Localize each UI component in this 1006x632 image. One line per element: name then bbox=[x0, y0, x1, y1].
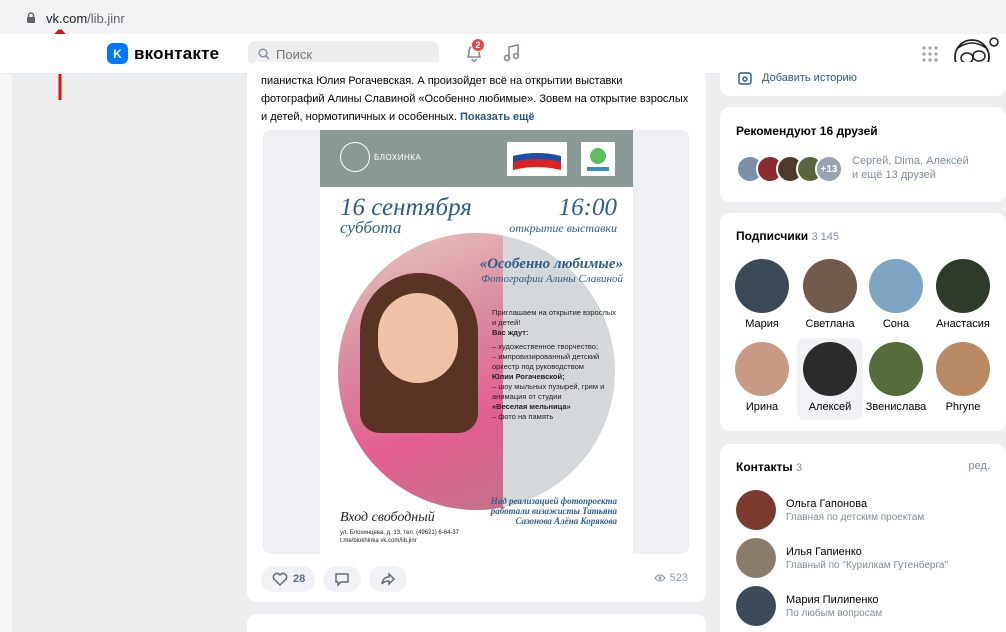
add-story-link[interactable]: Добавить историю bbox=[762, 72, 857, 84]
poster-credits: Над реализацией фотопроекта работали виз… bbox=[490, 496, 617, 526]
org-logo: БЛОХИНКА bbox=[340, 142, 421, 172]
girl-photo bbox=[338, 233, 503, 510]
contacts-card: Контакты 3 ред. Ольга Гапонова Главная п… bbox=[720, 444, 1006, 632]
avatar bbox=[736, 490, 776, 530]
subscriber-item[interactable]: Phryne bbox=[930, 342, 996, 413]
poster-subtitle: Фотографии Алины Славиной bbox=[481, 273, 623, 285]
notification-badge: 2 bbox=[471, 38, 485, 52]
camera-icon bbox=[738, 72, 752, 85]
address-field[interactable]: vk.com/lib.jinr bbox=[12, 6, 1002, 30]
views-counter: 523 bbox=[653, 572, 688, 584]
avatar bbox=[735, 342, 789, 396]
search-icon bbox=[258, 48, 270, 60]
avatar bbox=[736, 538, 776, 578]
lock-icon bbox=[27, 12, 35, 23]
avatar bbox=[936, 259, 990, 313]
avatar bbox=[735, 259, 789, 313]
contacts-title[interactable]: Контакты 3 bbox=[736, 460, 802, 474]
subscribers-card: Подписчики 3 145 Мария Светлана Сона Ана… bbox=[720, 213, 1006, 431]
recommend-title: Рекомендуют 16 друзей bbox=[736, 124, 878, 138]
logo-text: вконтакте bbox=[134, 43, 220, 63]
share-button[interactable] bbox=[369, 566, 408, 592]
avatar bbox=[869, 259, 923, 313]
avatar bbox=[936, 342, 990, 396]
poster-title: «Особенно любимые» bbox=[479, 256, 623, 272]
contact-item[interactable]: Илья Гапиенко Главный по "Курилкам Гутен… bbox=[736, 538, 948, 578]
poster-header: БЛОХИНКА bbox=[320, 130, 633, 187]
subscribers-title[interactable]: Подписчики 3 145 bbox=[736, 229, 839, 243]
subscriber-item[interactable]: Звенислава bbox=[863, 342, 929, 413]
recommend-text: Сергей, Dima, Алексей и ещё 13 друзей bbox=[852, 155, 969, 181]
vk-logo[interactable]: K вконтакте bbox=[107, 43, 219, 64]
avatar bbox=[803, 342, 857, 396]
show-more-link[interactable]: Показать ещё bbox=[460, 111, 535, 123]
poster-time: 16:00 bbox=[558, 194, 617, 221]
subscriber-item[interactable]: Мария bbox=[729, 259, 795, 330]
comment-button[interactable] bbox=[323, 566, 362, 592]
subscriber-item[interactable]: Ирина bbox=[729, 342, 795, 413]
poster-program: Приглашаем на открытие взрослых и детей!… bbox=[492, 308, 616, 421]
post-text: пианистка Юлия Рогачевская. А произойдет… bbox=[261, 75, 689, 123]
recommend-card: Рекомендуют 16 друзей +13 Сергей, Dima, … bbox=[720, 107, 1006, 202]
browser-url-bar: vk.com/lib.jinr bbox=[0, 0, 1006, 34]
search-input[interactable] bbox=[276, 46, 426, 62]
event-poster: БЛОХИНКА 16 сентября суббота 16:00 откры… bbox=[320, 130, 633, 554]
avatar bbox=[803, 259, 857, 313]
music-icon[interactable] bbox=[502, 42, 522, 64]
eye-icon bbox=[653, 574, 666, 582]
comment-icon bbox=[335, 573, 349, 587]
poster-opening: открытие выставки bbox=[509, 221, 617, 235]
poster-free-entry: Вход свободный bbox=[340, 510, 435, 525]
subscriber-item[interactable]: Анастасия bbox=[930, 259, 996, 330]
vk-logo-icon: K bbox=[107, 43, 128, 64]
subscriber-item[interactable]: Сона bbox=[863, 259, 929, 330]
post-image[interactable]: БЛОХИНКА 16 сентября суббота 16:00 откры… bbox=[263, 130, 689, 554]
org-logo-icon bbox=[340, 142, 370, 172]
left-gutter bbox=[0, 74, 12, 632]
next-post bbox=[247, 614, 706, 632]
apps-grid-icon[interactable] bbox=[921, 45, 939, 63]
partner-flag-icon bbox=[507, 142, 567, 176]
contact-item[interactable]: Мария Пилипенко По любым вопросам bbox=[736, 586, 882, 626]
stories-card: Добавить историю bbox=[720, 62, 1006, 96]
like-count: 28 bbox=[293, 573, 306, 585]
share-icon bbox=[381, 572, 396, 586]
edit-link[interactable]: ред. bbox=[969, 460, 990, 472]
poster-address: ул. Блохинцева, д. 13, тел. (49621) 6-64… bbox=[340, 530, 460, 544]
like-button[interactable]: 28 bbox=[261, 566, 316, 592]
heart-icon bbox=[272, 572, 288, 587]
avatar bbox=[736, 586, 776, 626]
recommend-more-badge[interactable]: +13 bbox=[815, 155, 843, 183]
partner-logo-icon bbox=[581, 142, 615, 176]
avatar bbox=[869, 342, 923, 396]
contact-item[interactable]: Ольга Гапонова Главная по детским проект… bbox=[736, 490, 924, 530]
wall-post: пианистка Юлия Рогачевская. А произойдет… bbox=[247, 62, 706, 602]
subscriber-item[interactable]: Алексей bbox=[797, 338, 863, 420]
subscriber-item[interactable]: Светлана bbox=[797, 259, 863, 330]
post-actions: 28 bbox=[261, 566, 408, 592]
